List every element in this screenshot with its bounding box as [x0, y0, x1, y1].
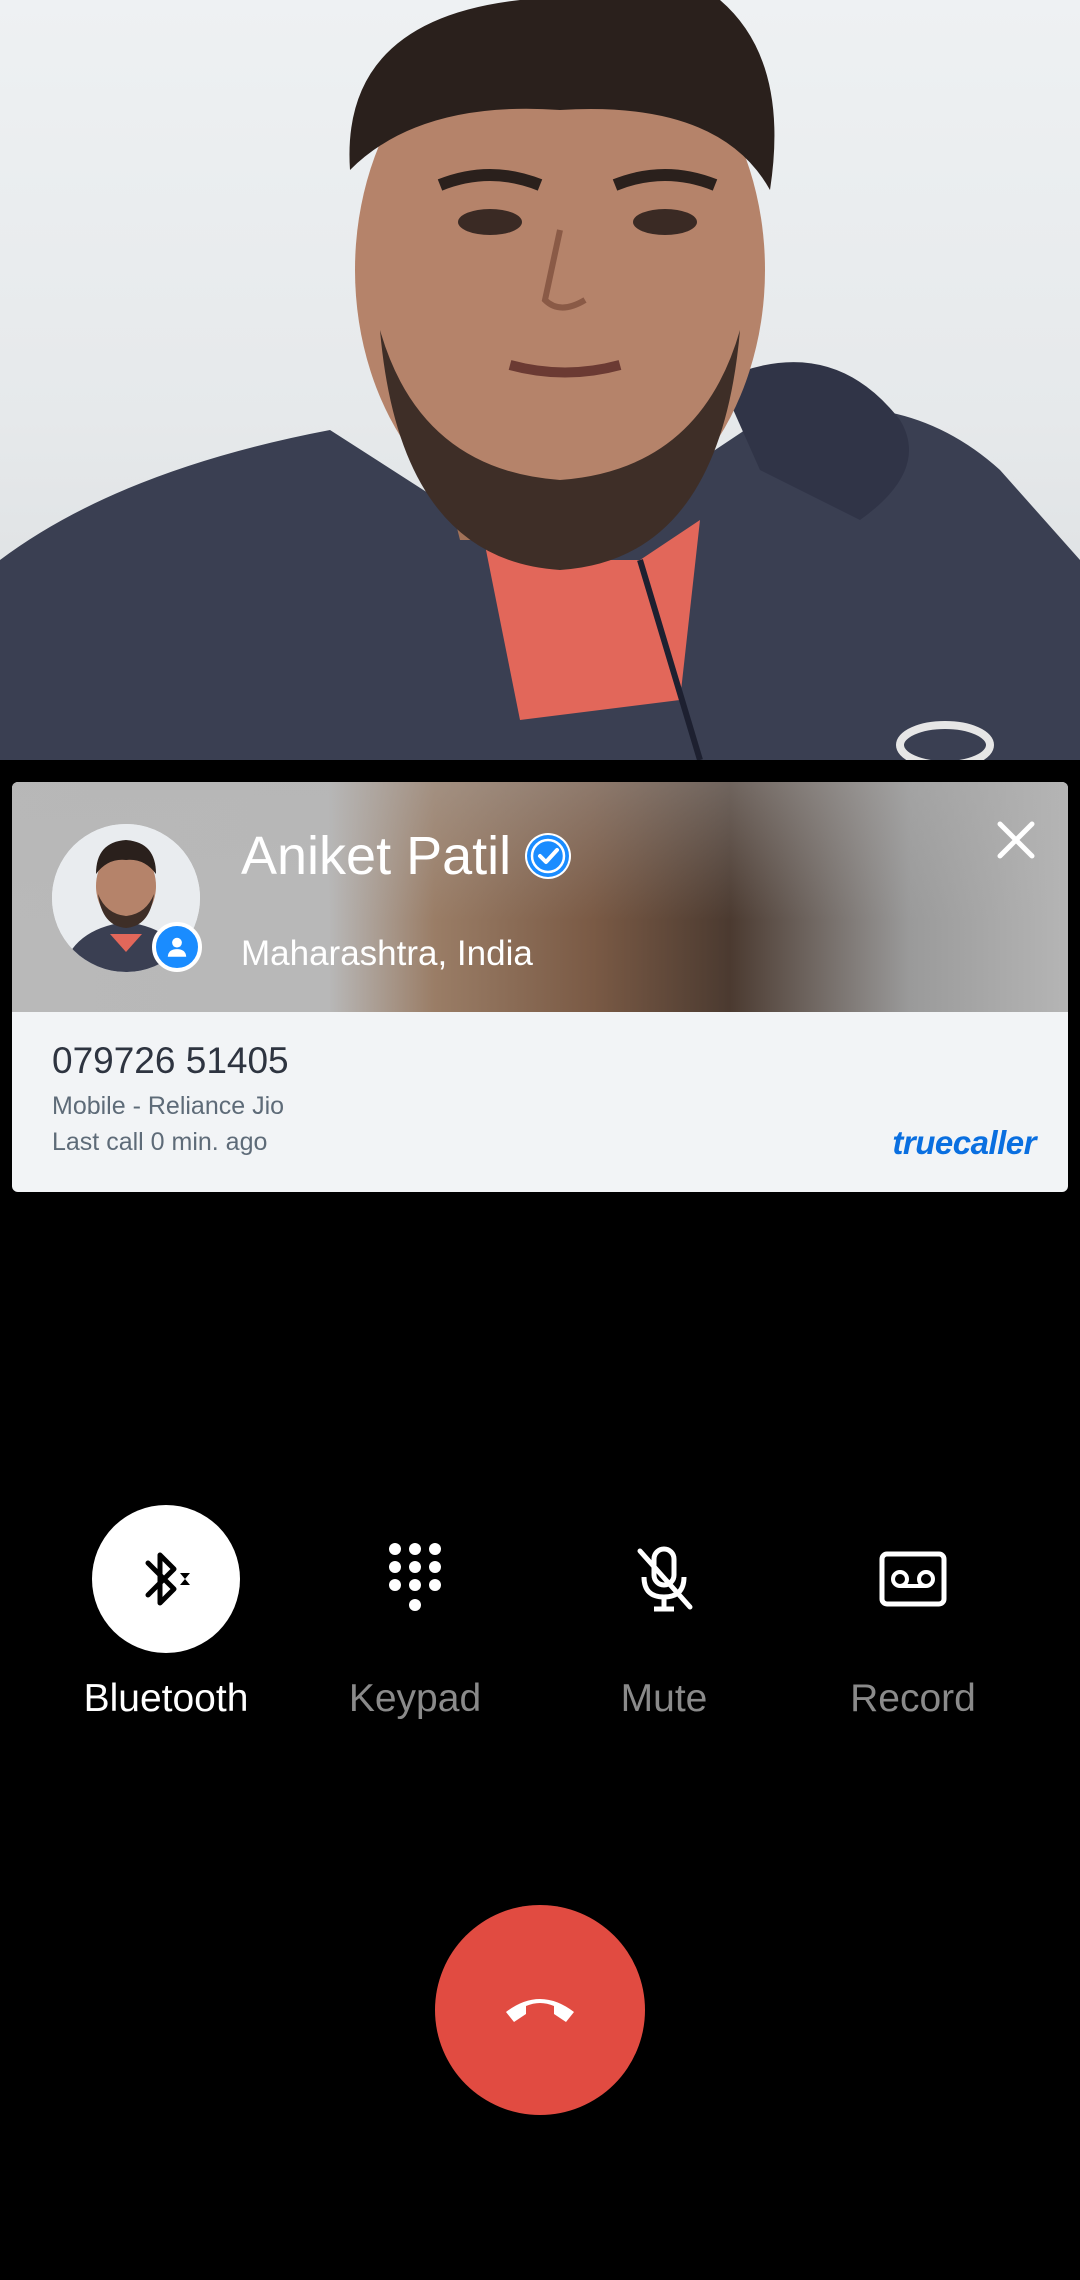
bluetooth-icon — [92, 1505, 240, 1653]
close-card-button[interactable] — [988, 812, 1044, 868]
caller-location: Maharashtra, India — [241, 934, 533, 973]
keypad-button[interactable]: Keypad — [290, 1505, 540, 1735]
caller-name-row: Aniket Patil — [241, 824, 572, 889]
bluetooth-label: Bluetooth — [83, 1677, 249, 1720]
contact-badge-icon — [152, 922, 202, 972]
dialpad-icon — [341, 1505, 489, 1653]
keypad-label: Keypad — [348, 1677, 482, 1720]
close-icon — [997, 821, 1035, 859]
call-controls: Bluetooth Keypad Mute Record — [0, 1505, 1080, 1735]
record-icon — [839, 1505, 987, 1653]
bluetooth-button[interactable]: Bluetooth — [41, 1505, 291, 1735]
end-call-icon — [506, 1999, 574, 2022]
caller-id-card: Aniket Patil Maharashtra, India 079726 5… — [12, 782, 1068, 1192]
mute-label: Mute — [620, 1677, 708, 1720]
carrier-info: Mobile - Reliance Jio — [52, 1092, 285, 1120]
mute-button[interactable]: Mute — [539, 1505, 789, 1735]
verified-icon — [525, 833, 572, 880]
caller-name: Aniket Patil — [241, 826, 512, 886]
truecaller-logo: truecaller — [892, 1124, 1036, 1161]
last-call-info: Last call 0 min. ago — [52, 1128, 268, 1156]
caller-photo — [0, 0, 1080, 760]
mic-off-icon — [590, 1505, 738, 1653]
phone-number: 079726 51405 — [52, 1040, 289, 1081]
end-call-button[interactable] — [435, 1905, 645, 2115]
call-screen: Aniket Patil Maharashtra, India 079726 5… — [0, 0, 1080, 2280]
record-label: Record — [850, 1677, 976, 1720]
record-button[interactable]: Record — [788, 1505, 1038, 1735]
